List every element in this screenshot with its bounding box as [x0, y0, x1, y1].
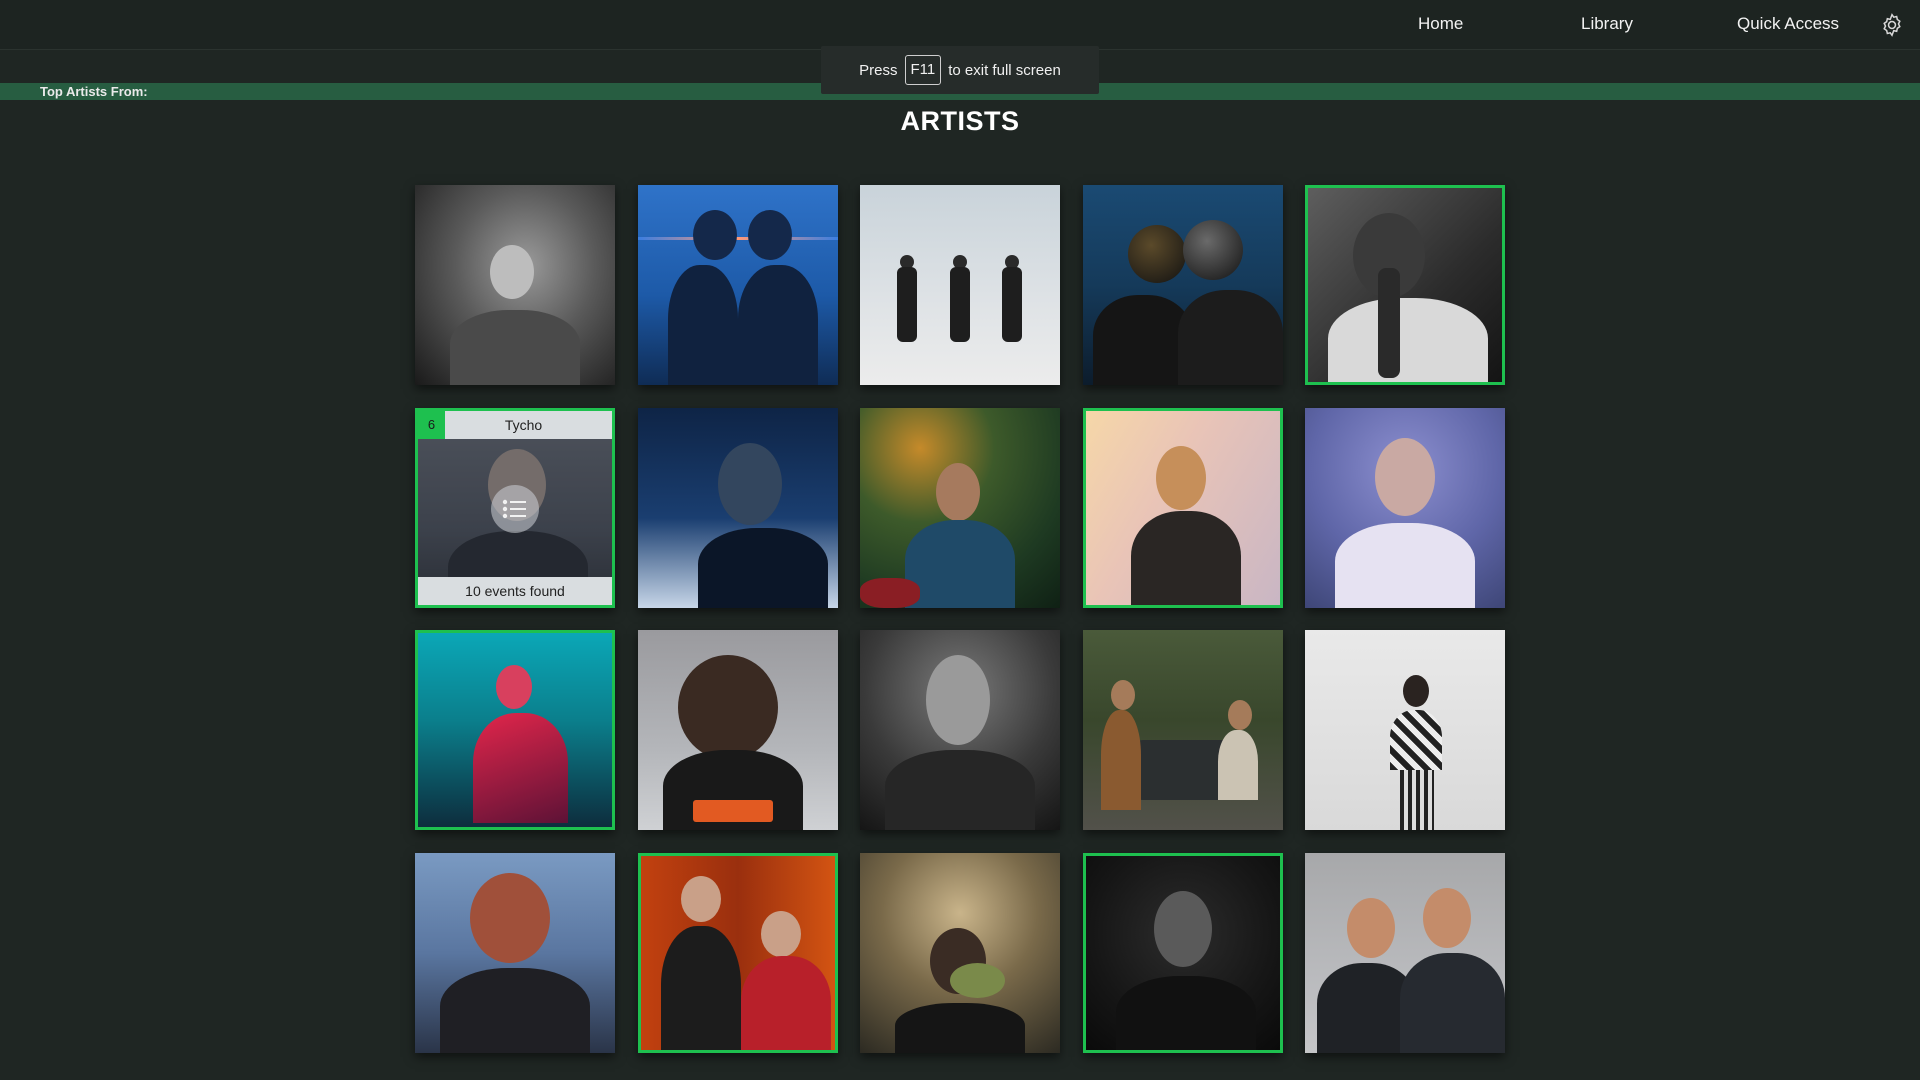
artist-photo	[860, 852, 1060, 1053]
artist-photo	[1308, 188, 1502, 382]
artist-name: Tycho	[504, 416, 543, 433]
artist-tile[interactable]	[860, 407, 1060, 608]
artist-photo	[640, 855, 835, 1050]
artist-tile[interactable]	[1305, 630, 1505, 830]
artist-tile[interactable]	[415, 852, 615, 1053]
artist-photo	[860, 185, 1060, 385]
artist-tile[interactable]	[637, 185, 838, 385]
list-icon[interactable]	[491, 484, 539, 533]
artist-photo	[1305, 630, 1505, 830]
artist-photo	[860, 407, 1060, 608]
artist-tile[interactable]	[1082, 630, 1283, 830]
nav-home-link[interactable]: Home	[1418, 14, 1463, 34]
artist-tile[interactable]	[415, 185, 615, 385]
artist-tile[interactable]	[860, 852, 1060, 1053]
f11-key: F11	[904, 55, 942, 85]
artist-photo	[1305, 852, 1505, 1053]
artist-photo	[637, 630, 838, 830]
artist-tile[interactable]	[860, 630, 1060, 830]
artist-tile-highlighted[interactable]	[1082, 407, 1283, 608]
artist-tile[interactable]	[637, 630, 838, 830]
fullscreen-notice: Press F11 to exit full screen	[821, 46, 1099, 94]
gear-icon[interactable]	[1879, 12, 1905, 38]
fullscreen-press-text: Press	[859, 61, 898, 79]
artist-photo	[418, 633, 612, 827]
artist-tile[interactable]	[1305, 852, 1505, 1053]
artist-tile-hovered[interactable]: 6 Tycho 10 events found	[415, 407, 615, 608]
fullscreen-message: to exit full screen	[948, 61, 1061, 79]
artist-photo	[1085, 855, 1280, 1050]
top-navigation: Home Library Quick Access	[0, 0, 1920, 50]
top-artists-label: Top Artists From:	[40, 84, 148, 99]
artist-photo	[1305, 407, 1505, 608]
artist-photo	[415, 852, 615, 1053]
artist-photo	[860, 630, 1060, 830]
nav-library-link[interactable]: Library	[1581, 14, 1633, 34]
artist-photo	[637, 185, 838, 385]
artist-photo	[1085, 410, 1280, 605]
artist-tile[interactable]	[860, 185, 1060, 385]
artist-tile-highlighted[interactable]	[415, 630, 615, 830]
nav-quick-access-link[interactable]: Quick Access	[1737, 14, 1839, 34]
artist-grid: 6 Tycho 10 events found	[415, 185, 1505, 1053]
artist-rank: 6	[418, 410, 445, 439]
artist-photo	[1082, 630, 1283, 830]
events-found-bar: 10 events found	[418, 576, 612, 605]
page-title: ARTISTS	[900, 106, 1020, 136]
artist-photo	[1082, 185, 1283, 385]
artist-tile-highlighted[interactable]	[1082, 852, 1283, 1053]
artist-tile-highlighted[interactable]	[637, 852, 838, 1053]
artist-tile[interactable]	[1305, 407, 1505, 608]
artist-info-bar: 6 Tycho	[418, 410, 612, 439]
artist-tile[interactable]	[637, 407, 838, 608]
artist-photo	[637, 407, 838, 608]
artist-tile[interactable]	[1082, 185, 1283, 385]
artist-tile-highlighted[interactable]	[1305, 185, 1505, 385]
artist-photo	[415, 185, 615, 385]
